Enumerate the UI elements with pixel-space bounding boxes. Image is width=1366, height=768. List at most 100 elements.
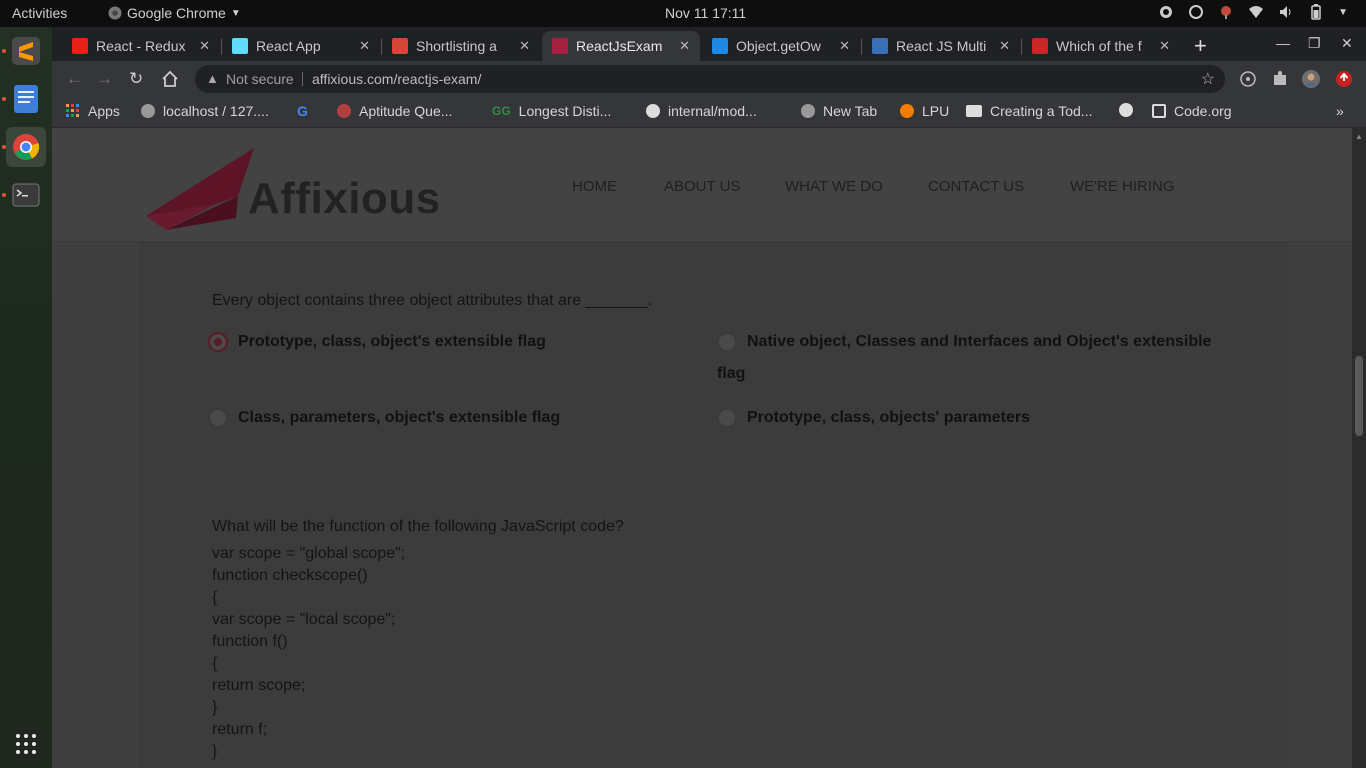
nav-what-we-do[interactable]: WHAT WE DO bbox=[785, 178, 883, 195]
sublime-text-icon bbox=[12, 37, 40, 65]
extensions-puzzle-icon[interactable] bbox=[1271, 70, 1289, 88]
system-top-bar: Activities Google Chrome ▼ Nov 11 17:11 … bbox=[0, 0, 1366, 27]
close-tab-icon[interactable]: ✕ bbox=[359, 38, 370, 54]
question-1-option-a[interactable]: Prototype, class, object's extensible fl… bbox=[208, 332, 546, 358]
question-1-text: Every object contains three object attri… bbox=[212, 292, 653, 309]
terminal-launcher[interactable] bbox=[6, 175, 46, 215]
bookmark-apps[interactable]: Apps bbox=[66, 103, 120, 119]
bookmarks-overflow-button[interactable]: » bbox=[1336, 103, 1344, 119]
address-bar[interactable]: ▲ Not secure affixious.com/reactjs-exam/… bbox=[195, 65, 1225, 93]
bookmark-aptitude[interactable]: Aptitude Que... bbox=[337, 103, 452, 119]
quiz-site-icon bbox=[1032, 38, 1048, 54]
bookmark-lpu[interactable]: LPU bbox=[900, 103, 949, 119]
nav-contact-us[interactable]: CONTACT US bbox=[928, 178, 1024, 195]
profile-avatar-icon[interactable] bbox=[1302, 70, 1320, 88]
radio-button-selected[interactable] bbox=[208, 332, 228, 352]
radio-button[interactable] bbox=[208, 408, 228, 428]
google-chrome-launcher[interactable] bbox=[6, 127, 46, 167]
bookmark-localhost[interactable]: localhost / 127.... bbox=[141, 103, 269, 119]
close-tab-icon[interactable]: ✕ bbox=[679, 38, 690, 54]
bookmark-github[interactable] bbox=[1119, 103, 1133, 117]
terminal-icon bbox=[12, 183, 40, 207]
tab-which-of-the[interactable]: Which of the f ✕ bbox=[1022, 31, 1180, 61]
bookmark-label: internal/mod... bbox=[668, 103, 757, 119]
tab-title: Object.getOw bbox=[736, 38, 821, 54]
close-tab-icon[interactable]: ✕ bbox=[1159, 38, 1170, 54]
text-editor-icon bbox=[14, 85, 38, 113]
system-tray[interactable]: ▼ bbox=[1158, 4, 1348, 20]
code-line: return scope; bbox=[212, 677, 306, 694]
question-1-option-b[interactable]: Native object, Classes and Interfaces an… bbox=[717, 332, 1217, 358]
nav-were-hiring[interactable]: WE'RE HIRING bbox=[1070, 178, 1175, 195]
option-label-continued[interactable]: flag bbox=[717, 365, 745, 383]
sublime-text-launcher[interactable] bbox=[6, 31, 46, 71]
tab-reactjsexam[interactable]: ReactJsExam ✕ bbox=[542, 31, 700, 61]
lpu-icon bbox=[900, 104, 914, 118]
affixious-logo-icon[interactable] bbox=[146, 146, 256, 230]
back-button[interactable]: ← bbox=[66, 69, 83, 89]
warning-icon[interactable]: ▲ bbox=[206, 71, 219, 86]
close-tab-icon[interactable]: ✕ bbox=[199, 38, 210, 54]
minimize-button[interactable]: — bbox=[1276, 35, 1290, 51]
forward-button[interactable]: → bbox=[96, 69, 113, 89]
scrollbar-thumb[interactable] bbox=[1355, 356, 1363, 436]
nav-home[interactable]: HOME bbox=[572, 178, 617, 195]
maximize-button[interactable]: ❐ bbox=[1308, 35, 1321, 52]
security-label[interactable]: Not secure bbox=[226, 71, 294, 87]
update-menu-icon[interactable] bbox=[1335, 70, 1353, 88]
close-tab-icon[interactable]: ✕ bbox=[519, 38, 530, 54]
extension-icon[interactable] bbox=[1239, 70, 1257, 88]
home-icon[interactable] bbox=[161, 70, 179, 88]
browser-toolbar: ← → ↻ ▲ Not secure affixious.com/reactjs… bbox=[52, 61, 1366, 97]
option-label[interactable]: Native object, Classes and Interfaces an… bbox=[747, 325, 1211, 358]
radio-button[interactable] bbox=[717, 408, 737, 428]
bookmark-star-icon[interactable]: ☆ bbox=[1201, 69, 1215, 89]
option-label[interactable]: Class, parameters, object's extensible f… bbox=[238, 401, 560, 434]
record-icon bbox=[1221, 6, 1232, 19]
close-window-button[interactable]: ✕ bbox=[1341, 35, 1353, 52]
reload-button[interactable]: ↻ bbox=[129, 69, 143, 89]
brightness-icon bbox=[1160, 6, 1173, 18]
page-scrollbar[interactable]: ▲ bbox=[1352, 128, 1366, 768]
question-1-option-d[interactable]: Prototype, class, objects' parameters bbox=[717, 408, 1030, 434]
bookmark-creating-todo[interactable]: Creating a Tod... bbox=[966, 103, 1092, 119]
apps-grid-icon bbox=[66, 104, 79, 117]
scroll-up-icon[interactable]: ▲ bbox=[1355, 132, 1363, 141]
option-label[interactable]: Prototype, class, object's extensible fl… bbox=[238, 325, 546, 358]
bookmark-new-tab[interactable]: New Tab bbox=[801, 103, 877, 119]
nav-about-us[interactable]: ABOUT US bbox=[664, 178, 740, 195]
new-tab-button[interactable]: + bbox=[1194, 33, 1207, 59]
bookmark-longest-distinct[interactable]: GG Longest Disti... bbox=[492, 103, 611, 119]
sanfoundry-icon bbox=[872, 38, 888, 54]
google-chrome-icon bbox=[13, 134, 40, 160]
show-applications-button[interactable] bbox=[6, 724, 46, 764]
battery-icon bbox=[1311, 4, 1321, 20]
radio-button[interactable] bbox=[717, 332, 737, 352]
bookmark-internal-mod[interactable]: internal/mod... bbox=[646, 103, 757, 119]
tab-object-getown[interactable]: Object.getOw ✕ bbox=[702, 31, 860, 61]
bookmark-code-org[interactable]: Code.org bbox=[1152, 103, 1232, 119]
site-header: Affixious HOME ABOUT US WHAT WE DO CONTA… bbox=[52, 128, 1352, 242]
tab-react-redux[interactable]: React - Redux ✕ bbox=[62, 31, 220, 61]
github-icon bbox=[1119, 103, 1133, 117]
question-2-text: What will be the function of the followi… bbox=[212, 518, 624, 535]
text-editor-launcher[interactable] bbox=[6, 79, 46, 119]
logo-text[interactable]: Affixious bbox=[248, 174, 441, 224]
activities-button[interactable]: Activities bbox=[12, 5, 67, 21]
question-1-option-c[interactable]: Class, parameters, object's extensible f… bbox=[208, 408, 560, 434]
url-text[interactable]: affixious.com/reactjs-exam/ bbox=[312, 71, 481, 87]
app-menu[interactable]: Google Chrome ▼ bbox=[108, 5, 241, 21]
tab-shortlisting[interactable]: Shortlisting a ✕ bbox=[382, 31, 540, 61]
tab-react-app[interactable]: React App ✕ bbox=[222, 31, 380, 61]
youtube-icon bbox=[72, 38, 88, 54]
code-line: var scope = "local scope"; bbox=[212, 611, 396, 628]
bookmark-label: Aptitude Que... bbox=[359, 103, 453, 119]
tab-react-js-multi[interactable]: React JS Multi ✕ bbox=[862, 31, 1020, 61]
clock[interactable]: Nov 11 17:11 bbox=[665, 5, 746, 21]
bookmark-label: Creating a Tod... bbox=[990, 103, 1093, 119]
close-tab-icon[interactable]: ✕ bbox=[999, 38, 1010, 54]
video-icon bbox=[966, 105, 982, 117]
bookmark-google[interactable]: G bbox=[297, 103, 308, 119]
option-label[interactable]: Prototype, class, objects' parameters bbox=[747, 401, 1030, 434]
close-tab-icon[interactable]: ✕ bbox=[839, 38, 850, 54]
